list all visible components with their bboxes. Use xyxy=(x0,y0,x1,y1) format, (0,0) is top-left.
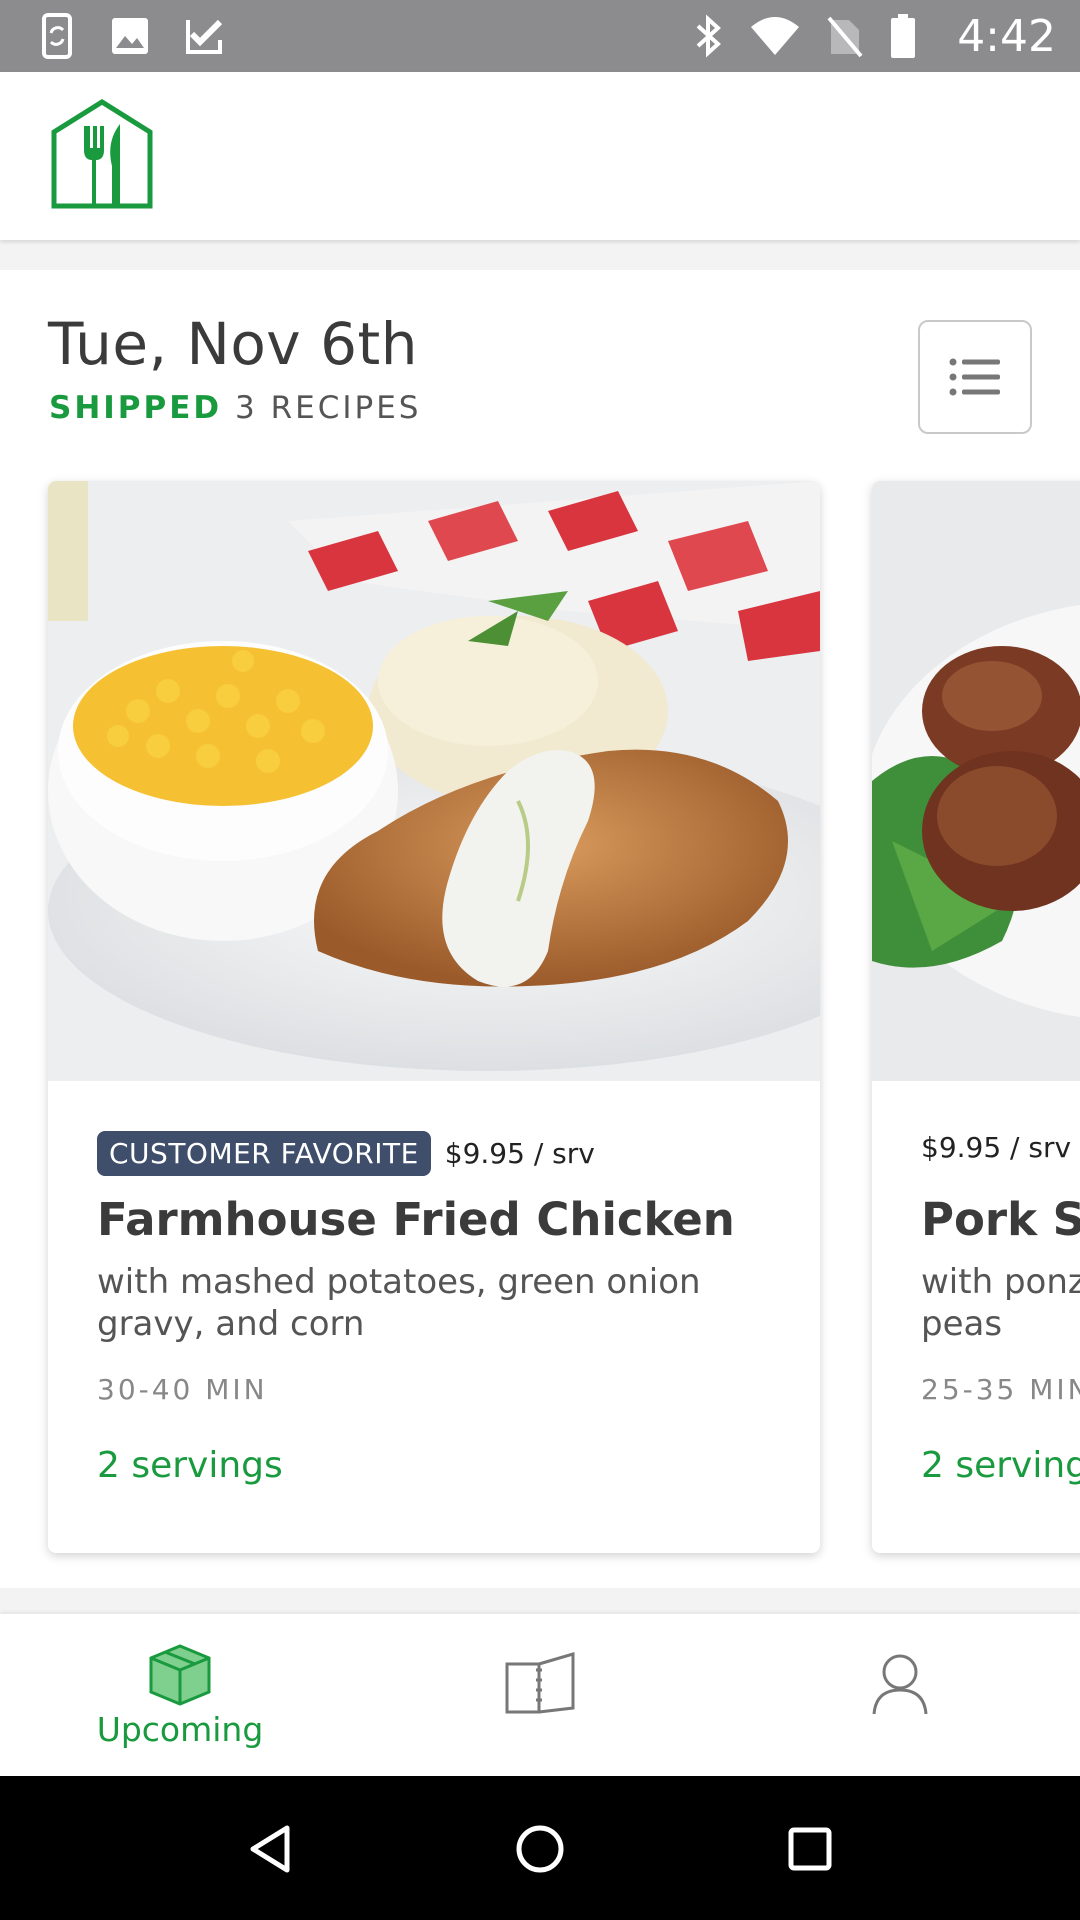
image-icon xyxy=(112,18,148,54)
bluetooth-icon xyxy=(696,14,722,58)
tab-account[interactable] xyxy=(720,1614,1080,1776)
phone-sync-icon xyxy=(42,13,72,59)
shipment-status: SHIPPED xyxy=(49,390,223,426)
recipe-subtitle: with mashed potatoes, green onion gravy,… xyxy=(97,1261,737,1345)
tag-row: $9.95 / srv xyxy=(921,1131,1071,1164)
recipe-subtitle-line: peas xyxy=(921,1304,1003,1344)
status-left-icons xyxy=(0,13,226,59)
recipe-time: 25-35 MIN xyxy=(921,1373,1080,1406)
home-chef-logo[interactable] xyxy=(50,98,154,210)
recipe-price: $9.95 / srv xyxy=(444,1137,595,1170)
wifi-icon xyxy=(751,17,800,55)
no-sim-icon xyxy=(827,16,863,58)
tab-label: Upcoming xyxy=(96,1710,264,1749)
recipe-title: Farmhouse Fried Chicken xyxy=(97,1193,735,1246)
back-icon xyxy=(250,1825,290,1873)
account-icon xyxy=(872,1654,928,1715)
cookbook-icon xyxy=(505,1652,575,1714)
recents-button[interactable] xyxy=(775,1814,845,1884)
recipe-subtitle-line: gravy, and corn xyxy=(97,1304,365,1344)
battery-icon xyxy=(891,14,916,58)
tab-upcoming[interactable]: Upcoming xyxy=(0,1614,360,1776)
delivery-section: Tue, Nov 6th SHIPPED 3 RECIPES CUSTOMER … xyxy=(0,270,1080,1588)
recipe-time: 30-40 MIN xyxy=(97,1373,268,1406)
recipe-subtitle-line: with mashed potatoes, green onion xyxy=(97,1262,701,1302)
recipe-card[interactable]: CUSTOMER FAVORITE $9.95 / srv Farmhouse … xyxy=(48,481,820,1553)
status-right-icons: 4:42 xyxy=(693,0,1056,72)
status-time: 4:42 xyxy=(957,10,1056,62)
shipment-info: SHIPPED 3 RECIPES xyxy=(49,390,421,426)
app-header xyxy=(0,72,1080,240)
list-icon xyxy=(949,358,1000,396)
list-view-button[interactable] xyxy=(918,320,1032,434)
recipe-count: 3 RECIPES xyxy=(235,390,422,426)
recipe-price: $9.95 / srv xyxy=(921,1131,1072,1164)
tab-cookbook[interactable] xyxy=(360,1614,720,1776)
customer-favorite-badge: CUSTOMER FAVORITE xyxy=(97,1131,431,1176)
bottom-tab-bar: Upcoming xyxy=(0,1614,1080,1776)
recipe-servings[interactable]: 2 servings xyxy=(921,1445,1080,1486)
home-icon xyxy=(516,1825,564,1873)
recipe-subtitle-line: with ponz xyxy=(921,1262,1080,1302)
system-nav-bar xyxy=(0,1776,1080,1920)
recipe-subtitle: with ponz peas xyxy=(921,1261,1080,1345)
checklist-icon xyxy=(186,19,223,54)
tag-row: CUSTOMER FAVORITE $9.95 / srv xyxy=(97,1131,595,1176)
recipe-info: CUSTOMER FAVORITE $9.95 / srv Farmhouse … xyxy=(48,1081,820,1553)
status-bar: 4:42 xyxy=(0,0,1080,72)
recipe-photo xyxy=(872,481,1080,1081)
screen: 4:42 Tue, Nov 6th SHIPPED 3 RECIPES CUST… xyxy=(0,0,1080,1920)
box-icon xyxy=(149,1644,211,1706)
recipe-photo xyxy=(48,481,820,1081)
back-button[interactable] xyxy=(235,1814,305,1884)
recents-icon xyxy=(788,1827,832,1871)
recipe-title: Pork Sl xyxy=(921,1193,1080,1246)
recipe-servings[interactable]: 2 servings xyxy=(97,1445,283,1486)
recipe-info: $9.95 / srv Pork Sl with ponz peas 25-35… xyxy=(872,1081,1080,1553)
home-button[interactable] xyxy=(505,1814,575,1884)
recipe-card[interactable]: $9.95 / srv Pork Sl with ponz peas 25-35… xyxy=(872,481,1080,1553)
delivery-date: Tue, Nov 6th xyxy=(48,310,418,378)
